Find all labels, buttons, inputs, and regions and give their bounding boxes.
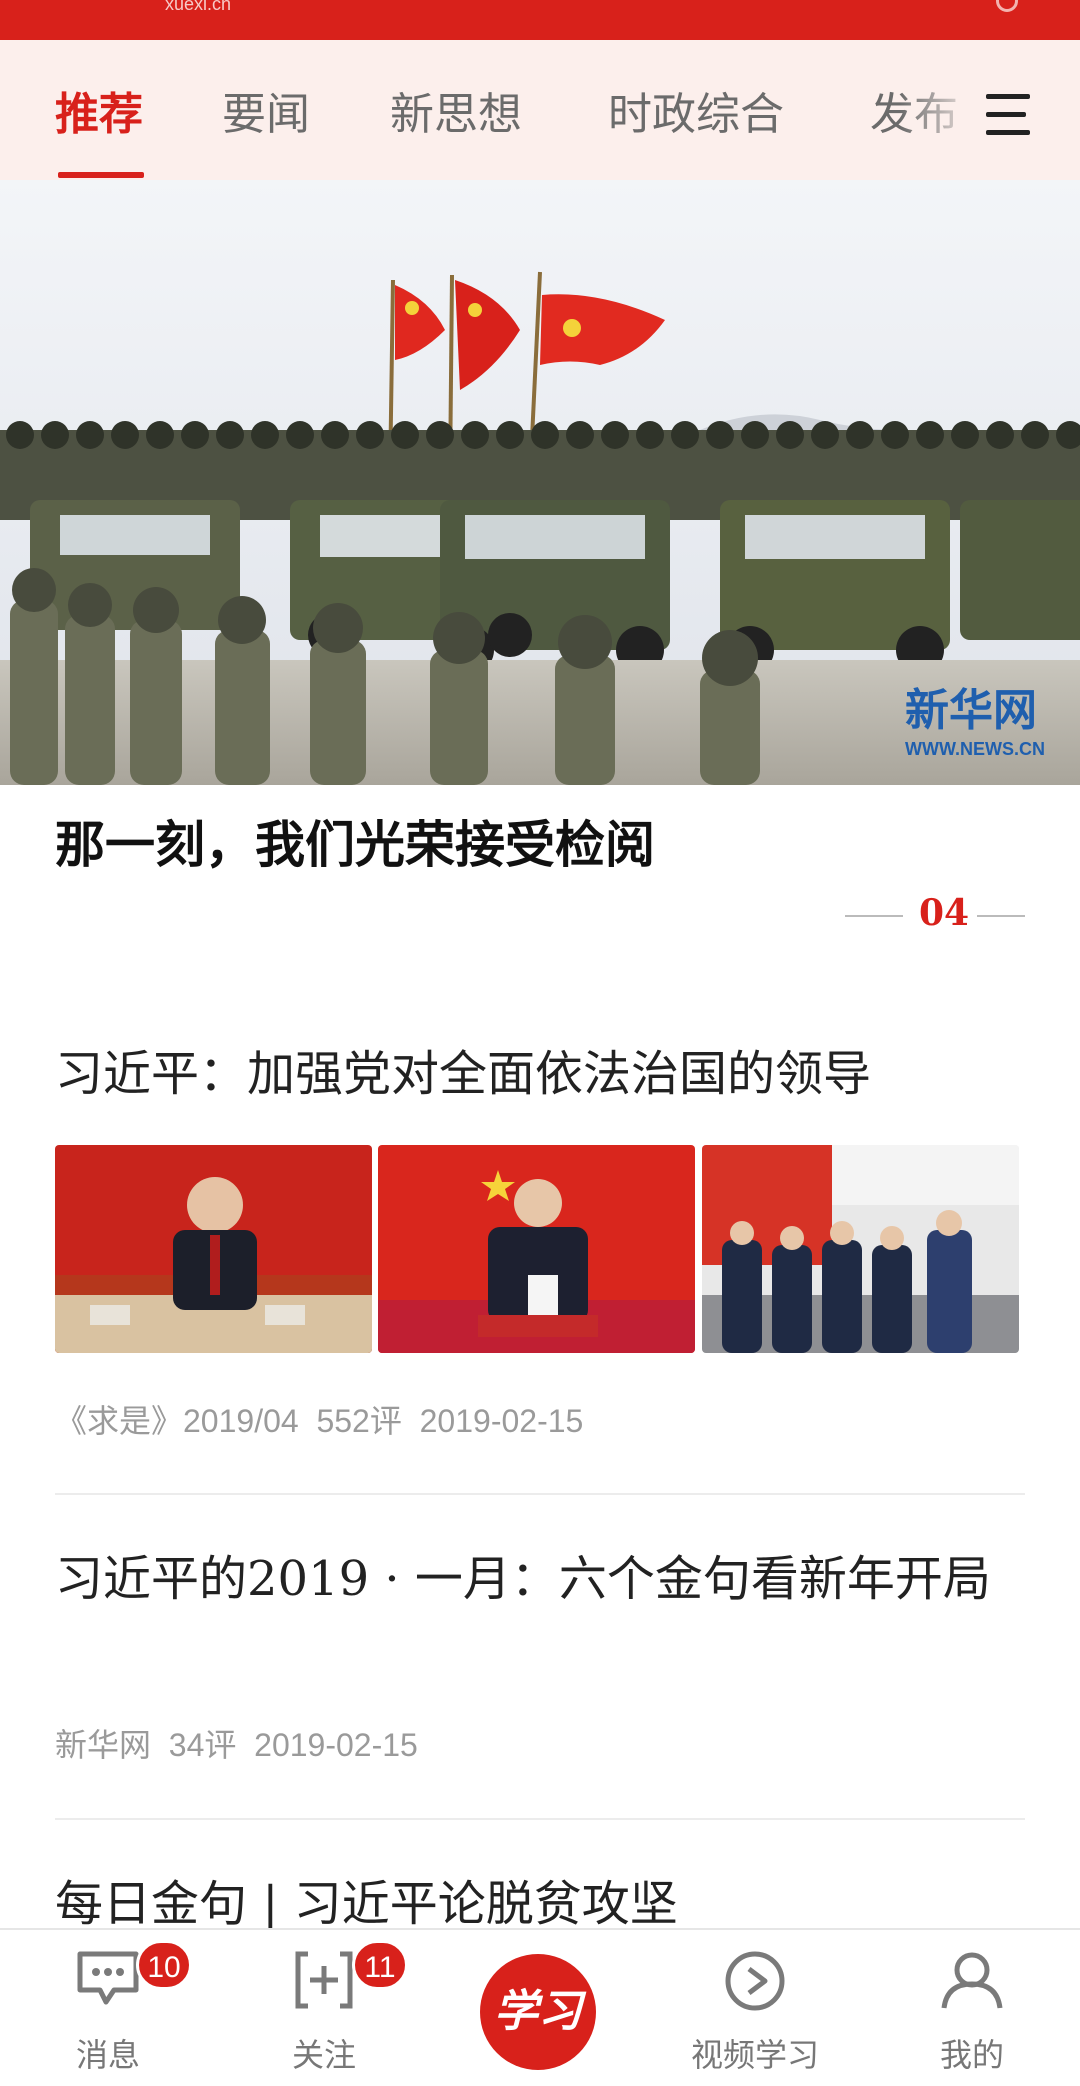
thumbnail-image [378,1145,695,1353]
divider [55,1493,1025,1495]
tab-headlines[interactable]: 要闻 [222,78,310,142]
profile-icon[interactable] [996,0,1018,12]
news-thumbnail[interactable] [378,1145,695,1353]
brand-text: xuexi.cn [165,0,232,14]
parade-illustration: 新华网 WWW.NEWS.CN [0,180,1080,785]
nav-messages-label: 消息 [75,2036,140,2074]
nav-mine[interactable]: 我的 [892,1930,1052,2086]
nav-follow-label: 关注 [291,2036,356,2074]
nav-video-label: 视频学习 [690,2036,819,2074]
message-icon [77,1951,139,2005]
top-app-bar: xuexi.cn [0,0,1080,40]
person-icon [941,1952,1003,2009]
hero-image[interactable]: 新华网 WWW.NEWS.CN [0,180,1080,785]
hero-page-number: 04 [919,892,970,934]
nav-video-study[interactable]: 视频学习 [675,1930,835,2086]
messages-badge: 10 [136,1940,192,1990]
category-tabs: 推荐 要闻 新思想 时政综合 发布 [0,40,1080,180]
news-meta: 新华网 34评 2019-02-15 [55,1727,418,1763]
bottom-nav: 10 消息 11 关注 学习 视频学习 我的 [0,1928,1080,2086]
news-thumbnail[interactable] [702,1145,1019,1353]
tab-recommend[interactable]: 推荐 [55,78,143,142]
thumbnail-image [702,1145,1019,1353]
tab-active-indicator [58,172,144,178]
menu-icon[interactable] [980,88,1040,140]
nav-follow[interactable]: 11 关注 [244,1930,408,2086]
news-title[interactable]: 习近平的2019 · 一月：六个金句看新年开局 [55,1540,1025,1618]
follow-add-icon [295,1951,353,2009]
hero-caption[interactable]: 那一刻，我们光荣接受检阅 [55,805,655,877]
divider [55,1818,1025,1820]
news-title[interactable]: 习近平：加强党对全面依法治国的领导 [55,1035,1025,1113]
nav-messages[interactable]: 10 消息 [28,1930,192,2086]
tab-fade [900,40,980,180]
watermark-url: WWW.NEWS.CN [905,739,1045,759]
watermark-logo: 新华网 [905,685,1037,736]
nav-mine-label: 我的 [939,2036,1004,2074]
play-circle-icon [725,1951,785,2011]
news-meta: 《求是》2019/04 552评 2019-02-15 [55,1403,584,1439]
thumbnail-image [55,1145,372,1353]
follow-badge: 11 [352,1940,408,1990]
news-thumbnail[interactable] [55,1145,372,1353]
hero-pager: 04 [845,890,1025,940]
study-center-button[interactable]: 学习 [480,1954,596,2070]
tab-new-thought[interactable]: 新思想 [390,78,522,142]
tab-politics[interactable]: 时政综合 [608,78,784,142]
